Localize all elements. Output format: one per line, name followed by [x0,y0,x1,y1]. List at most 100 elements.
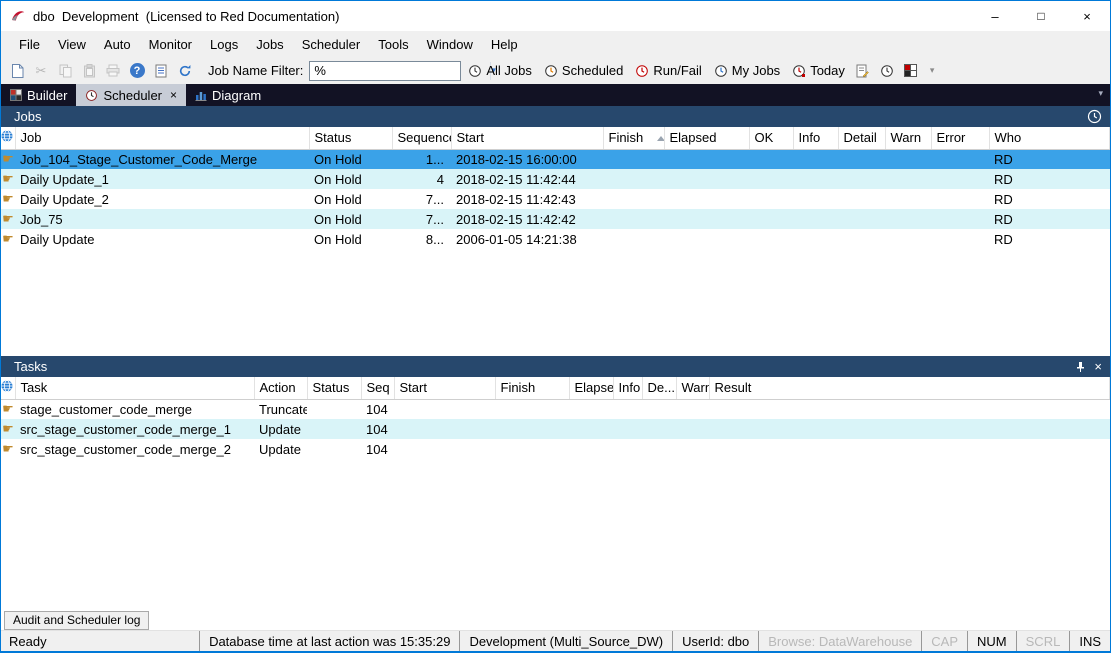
job-warn-cell [885,169,931,189]
job-row[interactable]: ☛ Daily Update_1 On Hold 4 2018-02-15 11… [1,169,1110,189]
job-sequence-cell: 7... [425,211,444,227]
audit-log-button[interactable] [150,60,172,82]
job-ok-cell [749,189,793,209]
status-environment: Development (Multi_Source_DW) [459,631,672,651]
tab-scheduler[interactable]: Scheduler × [76,84,187,106]
task-start-cell [394,439,495,459]
task-action-cell: Truncate [259,401,307,417]
builder-icon [10,89,22,101]
column-header-task[interactable]: Task [15,377,255,400]
maximize-button[interactable]: □ [1018,1,1064,31]
job-row[interactable]: ☛ Job_104_Stage_Customer_Code_Merge On H… [1,149,1110,169]
column-header-start[interactable]: Start [394,377,496,400]
menu-monitor[interactable]: Monitor [140,33,201,56]
tab-overflow-icon[interactable]: ▾ [1098,88,1103,99]
menu-help[interactable]: Help [482,33,527,56]
scheduled-button[interactable]: Scheduled [539,60,628,82]
column-header-finish[interactable]: Finish [603,127,665,150]
report-button[interactable] [852,60,874,82]
job-row[interactable]: ☛ Job_75 On Hold 7... 2018-02-15 11:42:4… [1,209,1110,229]
column-header-detail[interactable]: Detail [838,127,886,150]
on-hold-hand-icon: ☛ [2,421,14,436]
column-header-warn[interactable]: Warn [676,377,710,400]
tab-diagram[interactable]: Diagram [186,84,270,106]
column-header-detail[interactable]: De... [642,377,677,400]
task-action-cell: Update [259,441,301,457]
menu-file[interactable]: File [10,33,49,56]
audit-scheduler-log-tab[interactable]: Audit and Scheduler log [4,611,150,630]
column-header-who[interactable]: Who [989,127,1110,150]
column-header-sequence[interactable]: Sequence [392,127,452,150]
today-button[interactable]: Today [787,60,850,82]
tab-close-icon[interactable]: × [170,88,177,102]
column-header-result[interactable]: Result [709,377,1110,400]
menu-logs[interactable]: Logs [201,33,247,56]
status-user: UserId: dbo [672,631,758,651]
menu-scheduler[interactable]: Scheduler [293,33,370,56]
menu-jobs[interactable]: Jobs [247,33,292,56]
menu-auto[interactable]: Auto [95,33,140,56]
column-header-status[interactable]: Status [309,127,393,150]
column-header-info[interactable]: Info [613,377,643,400]
column-header-warn[interactable]: Warn [885,127,932,150]
pin-icon[interactable] [1076,361,1085,373]
column-header-finish[interactable]: Finish [495,377,570,400]
refresh-icon [179,64,191,76]
task-seq-cell: 104 [366,421,388,437]
column-header-info[interactable]: Info [793,127,839,150]
job-row[interactable]: ☛ Daily Update_2 On Hold 7... 2018-02-15… [1,189,1110,209]
app-grid-icon [904,64,918,77]
column-header-job[interactable]: Job [15,127,310,150]
printer-icon [106,64,120,77]
column-header-action[interactable]: Action [254,377,308,400]
task-detail-cell [642,399,676,419]
close-panel-icon[interactable]: × [1094,359,1102,374]
my-jobs-button[interactable]: My Jobs [709,60,785,82]
column-header-error[interactable]: Error [931,127,990,150]
job-who-cell: RD [994,231,1013,247]
column-header-start[interactable]: Start [451,127,604,150]
builder-view-button[interactable] [900,60,922,82]
job-info-cell [793,169,838,189]
task-detail-cell [642,419,676,439]
row-icon-column-header[interactable] [1,377,16,400]
task-finish-cell [495,439,569,459]
paste-button[interactable] [78,60,100,82]
copy-button[interactable] [54,60,76,82]
minimize-button[interactable]: – [972,1,1018,31]
tab-builder[interactable]: Builder [1,84,76,106]
on-hold-hand-icon: ☛ [2,211,14,226]
column-header-elapsed[interactable]: Elapsed [569,377,614,400]
job-error-cell [931,229,989,249]
job-row[interactable]: ☛ Daily Update On Hold 8... 2006-01-05 1… [1,229,1110,249]
print-button[interactable] [102,60,124,82]
run-fail-button[interactable]: Run/Fail [630,60,706,82]
job-name-filter-combobox[interactable]: ▾ [309,60,496,81]
all-jobs-button[interactable]: All Jobs [463,60,537,82]
column-header-status[interactable]: Status [307,377,362,400]
task-row[interactable]: ☛ src_stage_customer_code_merge_2 Update… [1,439,1110,459]
column-header-seq[interactable]: Seq [361,377,395,400]
column-header-elapsed[interactable]: Elapsed [664,127,750,150]
refresh-button[interactable] [174,60,196,82]
jobs-panel-header: Jobs [1,106,1110,127]
new-document-button[interactable] [6,60,28,82]
toolbar: ✂ ? Job Name Filter: ▾ All Jobs Schedule… [1,57,1110,84]
menu-tools[interactable]: Tools [369,33,417,56]
close-button[interactable]: × [1064,1,1110,31]
toolbar-overflow-icon[interactable]: ▾ [926,65,939,76]
job-warn-cell [885,209,931,229]
row-icon-column-header[interactable] [1,127,16,150]
column-header-ok[interactable]: OK [749,127,794,150]
task-row[interactable]: ☛ src_stage_customer_code_merge_1 Update… [1,419,1110,439]
cut-button[interactable]: ✂ [30,60,52,82]
task-row[interactable]: ☛ stage_customer_code_merge Truncate 104 [1,399,1110,419]
help-button[interactable]: ? [126,60,148,82]
job-start-cell: 2018-02-15 11:42:44 [456,171,576,187]
scheduler-view-button[interactable] [876,60,898,82]
task-seq-cell: 104 [366,441,388,457]
menu-view[interactable]: View [49,33,95,56]
menu-window[interactable]: Window [418,33,482,56]
tasks-panel: Tasks × Task Action Status Seq Start Fin… [1,356,1110,611]
job-status-cell: On Hold [314,151,362,167]
